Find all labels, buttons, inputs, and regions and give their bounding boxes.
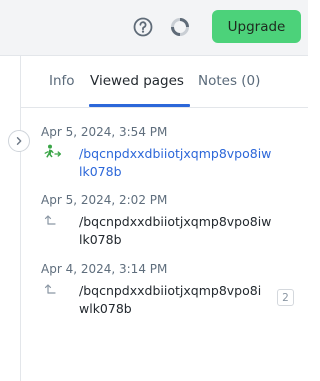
- person-arriving-icon: [44, 144, 62, 158]
- chevron-right-icon: [16, 137, 22, 145]
- view-timestamp: Apr 5, 2024, 3:54 PM: [41, 125, 168, 139]
- viewed-page-link[interactable]: /bqcnpdxxdbiiotjxqmp8vpo8iwlk078b: [79, 282, 262, 318]
- arrow-up-left-icon: [44, 215, 56, 225]
- view-timestamp: Apr 5, 2024, 2:02 PM: [41, 193, 168, 207]
- upgrade-button[interactable]: Upgrade: [212, 10, 301, 43]
- viewed-page-item: Apr 4, 2024, 3:14 PM /bqcnpdxxdbiiotjxqm…: [41, 261, 294, 316]
- active-tab-indicator: [89, 104, 190, 107]
- top-bar: Upgrade: [0, 0, 308, 55]
- viewed-page-link[interactable]: /bqcnpdxxdbiiotjxqmp8vpo8iwlk078b: [79, 145, 274, 181]
- tab-viewed-pages[interactable]: Viewed pages: [90, 73, 184, 89]
- side-panel: Info Viewed pages Notes (0) Apr 5, 2024,…: [0, 55, 308, 381]
- view-timestamp: Apr 4, 2024, 3:14 PM: [41, 262, 168, 276]
- question-circle-icon[interactable]: [132, 16, 154, 38]
- viewed-page-item: Apr 5, 2024, 3:54 PM /bqcnpdxxdbiiotjxqm…: [41, 124, 291, 179]
- tab-info[interactable]: Info: [49, 73, 75, 89]
- tab-bar: Info Viewed pages Notes (0): [21, 56, 308, 108]
- viewed-page-item: Apr 5, 2024, 2:02 PM /bqcnpdxxdbiiotjxqm…: [41, 192, 291, 247]
- viewed-page-link[interactable]: /bqcnpdxxdbiiotjxqmp8vpo8iwlk078b: [79, 213, 274, 249]
- tab-notes[interactable]: Notes (0): [198, 73, 260, 89]
- arrow-up-left-icon: [44, 284, 56, 294]
- loading-spinner-icon: [171, 18, 189, 36]
- collapse-panel-button[interactable]: [8, 130, 30, 152]
- view-count-badge: 2: [277, 289, 294, 306]
